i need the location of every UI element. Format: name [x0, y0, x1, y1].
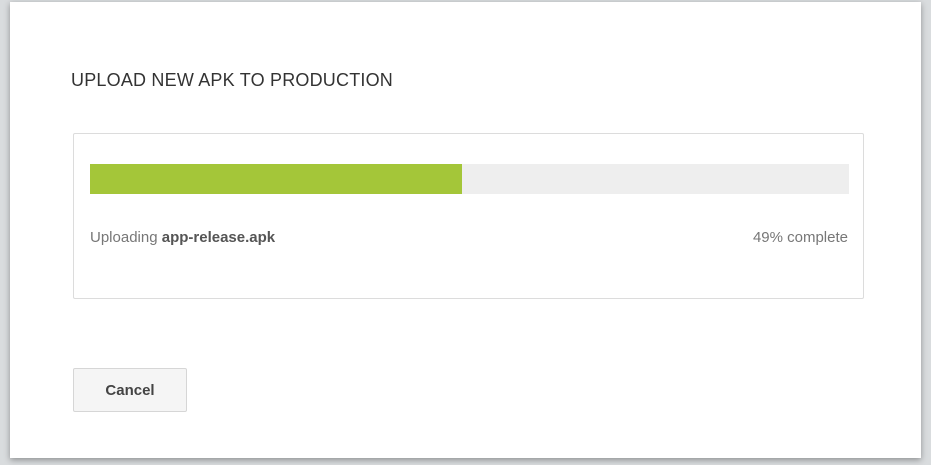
progress-bar-fill: [90, 164, 462, 194]
progress-percent-text: 49% complete: [752, 229, 848, 246]
dialog-title: UPLOAD NEW APK TO PRODUCTION: [71, 70, 393, 90]
upload-status-prefix: Uploading: [90, 229, 158, 246]
upload-apk-dialog: UPLOAD NEW APK TO PRODUCTION Uploading a…: [10, 2, 921, 458]
upload-file-name: app-release.apk: [161, 229, 276, 246]
cancel-button[interactable]: Cancel: [73, 368, 187, 412]
upload-status-text: Uploading app-release.apk: [90, 229, 275, 246]
progress-bar-track: [90, 164, 849, 194]
upload-progress-panel: Uploading app-release.apk 49% complete: [73, 133, 864, 299]
